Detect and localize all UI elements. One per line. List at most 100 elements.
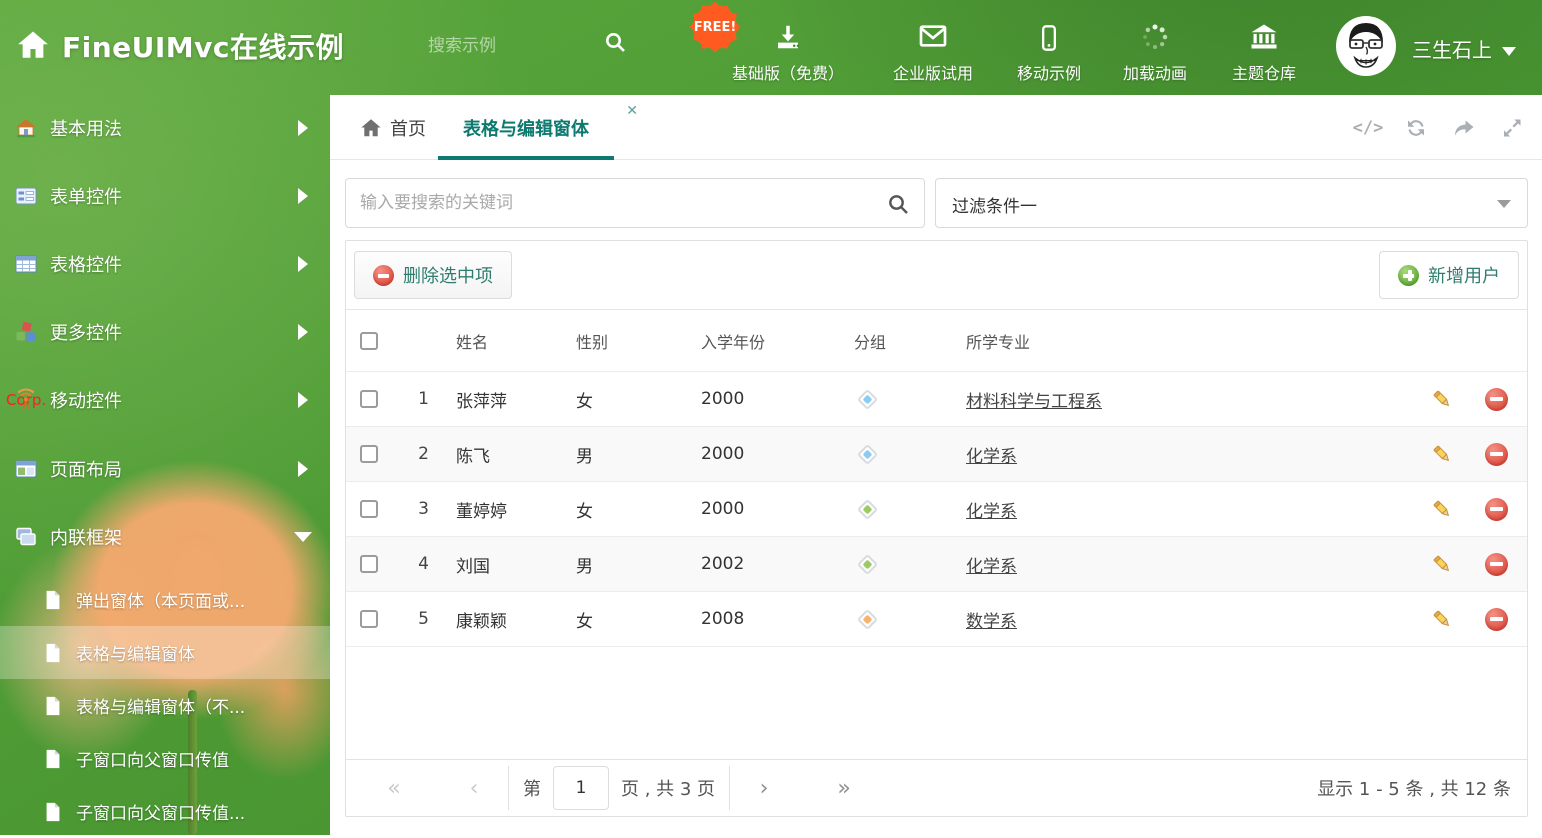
home-icon [361, 118, 381, 136]
refresh-icon[interactable] [1404, 116, 1428, 140]
house-icon [14, 116, 38, 140]
last-page-button[interactable]: » [824, 776, 864, 801]
main-content: 首页 表格与编辑窗体 ✕ </> 过滤条件一 [330, 95, 1542, 835]
keyword-search-box [345, 178, 925, 228]
free-badge: FREE! [688, 0, 742, 54]
chevron-down-icon [1502, 47, 1516, 56]
major-link[interactable]: 数学系 [966, 612, 1017, 632]
sidebar-item-basic-usage[interactable]: 基本用法 [0, 101, 330, 155]
tag-icon [856, 498, 879, 520]
cell-name: 康颖颖 [456, 611, 507, 632]
first-page-button[interactable]: « [374, 776, 414, 801]
prev-page-button[interactable]: ‹ [454, 776, 494, 801]
sidebar-subitem-grid-edit-window-2[interactable]: 表格与编辑窗体（不... [0, 679, 330, 732]
sidebar-subitem-child-to-parent[interactable]: 子窗口向父窗口传值 [0, 732, 330, 785]
frames-icon [14, 525, 38, 549]
close-icon[interactable]: ✕ [626, 103, 638, 119]
major-link[interactable]: 化学系 [966, 557, 1017, 577]
sidebar-item-page-layout[interactable]: 页面布局 [0, 442, 330, 496]
edit-pencil-icon[interactable] [1432, 389, 1452, 409]
sidebar-subitem-grid-edit-window[interactable]: 表格与编辑窗体 [0, 626, 330, 679]
search-icon[interactable] [886, 192, 910, 216]
share-icon[interactable] [1452, 116, 1476, 140]
column-header-year[interactable]: 入学年份 [701, 329, 846, 353]
sidebar-subitem-popup-window[interactable]: 弹出窗体（本页面或... [0, 573, 330, 626]
tag-icon [856, 388, 879, 410]
chevron-right-icon [298, 256, 308, 272]
chevron-down-icon [294, 532, 312, 542]
table-row: 2 陈飞 男 2000 化学系 [346, 426, 1527, 481]
major-link[interactable]: 化学系 [966, 447, 1017, 467]
delete-selected-button[interactable]: 删除选中项 [354, 251, 512, 299]
sidebar-item-grid-controls[interactable]: 表格控件 [0, 237, 330, 291]
cell-name: 董婷婷 [456, 501, 507, 522]
delete-row-icon[interactable] [1484, 552, 1508, 576]
row-checkbox[interactable] [359, 555, 378, 573]
filter-dropdown[interactable]: 过滤条件一 [935, 178, 1528, 228]
column-header-major[interactable]: 所学专业 [966, 329, 1419, 353]
wireless-icon [14, 388, 38, 412]
chevron-down-icon [1497, 200, 1511, 208]
edit-pencil-icon[interactable] [1432, 609, 1452, 629]
delete-row-icon[interactable] [1484, 607, 1508, 631]
edit-pencil-icon[interactable] [1432, 499, 1452, 519]
row-checkbox[interactable] [359, 500, 378, 518]
major-link[interactable]: 材料科学与工程系 [966, 392, 1102, 412]
major-link[interactable]: 化学系 [966, 502, 1017, 522]
table-row: 5 康颖颖 女 2008 数学系 [346, 591, 1527, 646]
select-all-checkbox[interactable] [359, 331, 378, 350]
header-search-input[interactable] [428, 30, 593, 62]
table-row: 3 董婷婷 女 2000 化学系 [346, 481, 1527, 536]
sidebar-item-form-controls[interactable]: 表单控件 [0, 169, 330, 223]
column-header-name[interactable]: 姓名 [456, 329, 576, 353]
cell-name: 张萍萍 [456, 391, 507, 412]
table-row: 4 刘国 男 2002 化学系 [346, 536, 1527, 591]
cell-name: 陈飞 [456, 446, 490, 467]
row-checkbox[interactable] [359, 445, 378, 463]
delete-row-icon[interactable] [1484, 497, 1508, 521]
row-checkbox[interactable] [359, 390, 378, 408]
sidebar-item-mobile-controls[interactable]: 移动控件Corp. [0, 373, 330, 427]
sidebar-subitem-child-to-parent-2[interactable]: 子窗口向父窗口传值... [0, 785, 330, 838]
tag-icon [856, 608, 879, 630]
avatar[interactable] [1336, 16, 1396, 76]
delete-row-icon[interactable] [1484, 387, 1508, 411]
next-page-button[interactable]: › [744, 776, 784, 801]
sidebar-item-more-controls[interactable]: 更多控件 [0, 305, 330, 359]
tab-home[interactable]: 首页 [360, 95, 426, 160]
delete-row-icon[interactable] [1484, 442, 1508, 466]
expand-icon[interactable] [1500, 116, 1524, 140]
edit-pencil-icon[interactable] [1432, 554, 1452, 574]
user-menu[interactable]: 三生石上 [1412, 34, 1516, 63]
record-summary: 显示 1 - 5 条 , 共 12 条 [1317, 779, 1511, 800]
grid-toolbar: 删除选中项 新增用户 [346, 241, 1527, 309]
add-user-button[interactable]: 新增用户 [1379, 251, 1519, 299]
tab-grid-edit-window[interactable]: 表格与编辑窗体 ✕ [438, 95, 638, 160]
header-search-icon[interactable] [603, 30, 627, 54]
column-header-gender[interactable]: 性别 [576, 329, 701, 353]
chevron-right-icon [298, 188, 308, 204]
menu-theme-repo[interactable]: 主题仓库 [1194, 16, 1334, 84]
pagination-bar: « ‹ 第 页 , 共 3 页 › » 显示 1 - 5 条 , 共 12 条 [346, 759, 1527, 816]
page-number-input[interactable] [553, 766, 609, 810]
user-name-label: 三生石上 [1412, 38, 1492, 62]
source-code-icon[interactable]: </> [1353, 116, 1384, 140]
bank-icon [1194, 16, 1334, 52]
keyword-search-input[interactable] [360, 179, 880, 227]
data-grid-panel: 删除选中项 新增用户 姓名 性别 入学年份 分组 所学专业 1 张萍萍 女 20… [345, 240, 1528, 817]
file-icon [42, 748, 64, 770]
page-count-label: 页 , 共 3 页 [621, 779, 716, 800]
edit-pencil-icon[interactable] [1432, 444, 1452, 464]
minus-icon [373, 264, 394, 286]
plus-icon [1398, 264, 1419, 286]
table-header-row: 姓名 性别 入学年份 分组 所学专业 [346, 309, 1527, 371]
sidebar-item-inline-frame[interactable]: 内联框架 [0, 510, 330, 564]
row-checkbox[interactable] [359, 610, 378, 628]
chevron-right-icon [298, 461, 308, 477]
filter-row: 过滤条件一 [345, 178, 1528, 228]
divider [508, 766, 509, 810]
divider [729, 766, 731, 810]
home-icon[interactable] [16, 28, 50, 62]
column-header-group[interactable]: 分组 [846, 329, 966, 353]
chevron-right-icon [298, 392, 308, 408]
